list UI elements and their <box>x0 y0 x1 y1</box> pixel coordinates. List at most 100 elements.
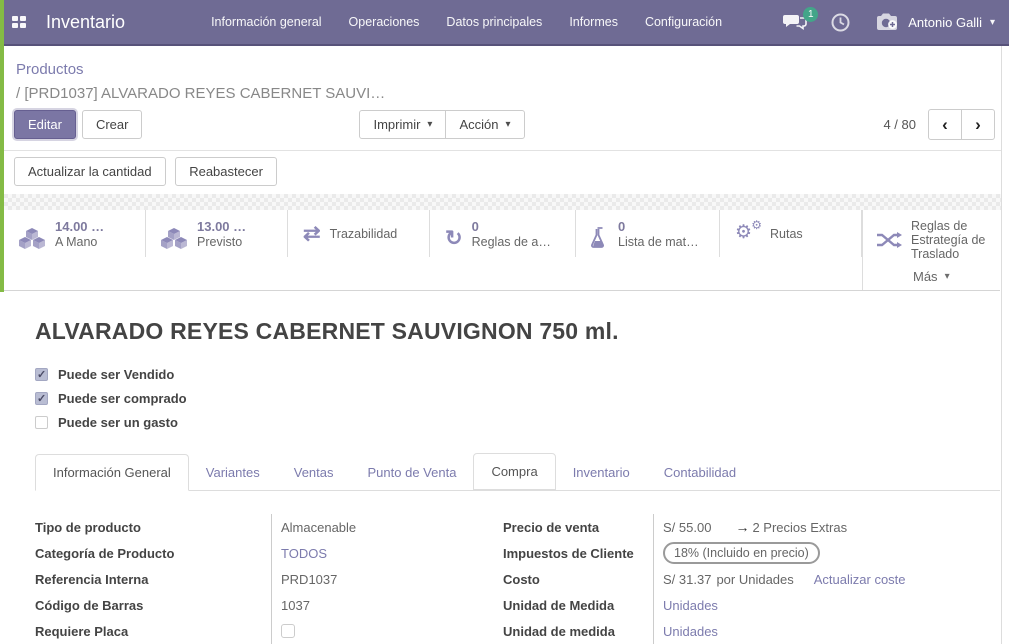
general-info-form: Tipo de producto Categoría de Producto R… <box>35 514 1000 644</box>
tab-punto-de-venta[interactable]: Punto de Venta <box>351 455 474 490</box>
cubes-icon <box>19 219 46 257</box>
sale-price-value: S/ 55.00 <box>663 520 711 535</box>
next-record-button[interactable]: › <box>961 109 995 140</box>
user-menu[interactable]: Antonio Galli ▾ <box>874 12 995 32</box>
caret-down-icon: ▾ <box>990 17 995 28</box>
print-dropdown-button[interactable]: Imprimir ▾ <box>359 110 446 139</box>
menu-item-informacion-general[interactable]: Información general <box>211 15 321 29</box>
form-right-column: Precio de venta Impuestos de Cliente Cos… <box>503 514 1000 644</box>
cost-value: S/ 31.37 <box>663 572 711 587</box>
more-dropdown[interactable]: Más ▾ <box>913 269 996 284</box>
menu-item-datos-principales[interactable]: Datos principales <box>446 15 542 29</box>
stat-bill-of-materials[interactable]: 0 Lista de mat… <box>576 210 720 257</box>
cost-uom-suffix: por Unidades <box>716 572 793 587</box>
create-button[interactable]: Crear <box>82 110 143 139</box>
caret-down-icon: ▾ <box>505 119 510 130</box>
edit-button[interactable]: Editar <box>14 110 76 139</box>
can-be-sold-label: Puede ser Vendido <box>58 367 174 382</box>
requires-plate-label: Requiere Placa <box>35 624 128 639</box>
apps-menu-icon[interactable] <box>12 16 26 28</box>
customer-tax-badge[interactable]: 18% (Incluido en precio) <box>663 542 820 564</box>
stat-reordering-rules[interactable]: ↻ 0 Reglas de a… <box>430 210 576 257</box>
scrollbar-track[interactable] <box>1001 46 1009 644</box>
on-hand-value: 14.00 … <box>55 219 104 235</box>
tab-contabilidad[interactable]: Contabilidad <box>647 455 753 490</box>
caret-down-icon: ▾ <box>945 271 950 282</box>
clock-icon <box>831 13 850 32</box>
can-be-expensed-checkbox[interactable] <box>35 416 48 429</box>
extra-prices-link[interactable]: → 2 Precios Extras <box>735 519 847 535</box>
can-be-sold-checkbox[interactable] <box>35 368 48 381</box>
cost-label: Costo <box>503 572 540 587</box>
refresh-icon: ↻ <box>445 219 463 257</box>
stat-forecasted[interactable]: 13.00 … Previsto <box>146 210 288 257</box>
messages-button[interactable]: 1 <box>783 14 807 31</box>
caret-down-icon: ▾ <box>427 119 432 130</box>
tab-ventas[interactable]: Ventas <box>277 455 351 490</box>
breadcrumb-current-record: / [PRD1037] ALVARADO REYES CABERNET SAUV… <box>16 85 993 102</box>
gears-icon: ⚙ ⚙ <box>735 223 761 245</box>
uom-value-link[interactable]: Unidades <box>663 598 718 613</box>
sale-price-label: Precio de venta <box>503 520 599 535</box>
previous-record-button[interactable]: ‹ <box>928 109 962 140</box>
requires-plate-checkbox[interactable] <box>281 624 295 638</box>
stat-on-hand[interactable]: 14.00 … A Mano <box>4 210 146 257</box>
product-category-value-link[interactable]: TODOS <box>281 546 327 561</box>
avatar-camera-icon <box>874 12 900 32</box>
traceability-label: Trazabilidad <box>330 227 398 241</box>
menu-item-informes[interactable]: Informes <box>569 15 618 29</box>
menu-item-configuracion[interactable]: Configuración <box>645 15 722 29</box>
internal-reference-label: Referencia Interna <box>35 572 148 587</box>
left-accent-strip <box>0 0 4 292</box>
product-category-label: Categoría de Producto <box>35 546 174 561</box>
activities-button[interactable] <box>831 13 850 32</box>
user-name: Antonio Galli <box>908 15 982 30</box>
reordering-rules-label: Reglas de a… <box>472 235 551 251</box>
replenish-button[interactable]: Reabastecer <box>175 157 277 186</box>
stat-routes[interactable]: ⚙ ⚙ Rutas <box>720 210 862 257</box>
menu-item-operaciones[interactable]: Operaciones <box>349 15 420 29</box>
can-be-purchased-label: Puede ser comprado <box>58 391 187 406</box>
update-cost-link[interactable]: Actualizar coste <box>814 572 906 587</box>
routes-label: Rutas <box>770 227 803 241</box>
arrow-right-icon: → <box>735 519 749 535</box>
form-left-column: Tipo de producto Categoría de Producto R… <box>35 514 493 644</box>
purchase-uom-value-link[interactable]: Unidades <box>663 624 718 639</box>
can-be-purchased-row: Puede ser comprado <box>35 386 1000 410</box>
can-be-purchased-checkbox[interactable] <box>35 392 48 405</box>
record-pager: 4 / 80 <box>883 117 916 132</box>
update-quantity-button[interactable]: Actualizar la cantidad <box>14 157 166 186</box>
purchase-uom-label: Unidad de medida <box>503 624 615 639</box>
internal-reference-value: PRD1037 <box>281 572 337 587</box>
quick-actions-row: Actualizar la cantidad Reabastecer <box>0 151 1009 194</box>
chevron-right-icon: › <box>975 115 981 135</box>
tab-compra[interactable]: Compra <box>473 453 555 490</box>
can-be-expensed-row: Puede ser un gasto <box>35 410 1000 434</box>
form-sheet: ALVARADO REYES CABERNET SAUVIGNON 750 ml… <box>0 291 1009 644</box>
control-panel: Editar Crear Imprimir ▾ Acción ▾ 4 / 80 … <box>0 102 1009 150</box>
tab-inventario[interactable]: Inventario <box>556 455 647 490</box>
can-be-sold-row: Puede ser Vendido <box>35 362 1000 386</box>
customer-tax-label: Impuestos de Cliente <box>503 546 634 561</box>
breadcrumb-products-link[interactable]: Productos <box>16 61 993 78</box>
background-pattern-band <box>0 194 1009 210</box>
app-title[interactable]: Inventario <box>46 12 125 33</box>
stat-buttons-row: 14.00 … A Mano 13.00 … Previsto ⇄ Trazab… <box>0 210 1000 291</box>
cubes-icon <box>161 219 188 257</box>
barcode-value: 1037 <box>281 598 310 613</box>
on-hand-label: A Mano <box>55 235 104 251</box>
forecasted-label: Previsto <box>197 235 246 251</box>
stat-putaway-rules[interactable]: Reglas de Estrategía de Traslado Más ▾ <box>862 210 1000 290</box>
breadcrumb: Productos / [PRD1037] ALVARADO REYES CAB… <box>0 46 1009 102</box>
stat-traceability[interactable]: ⇄ Trazabilidad <box>288 210 430 257</box>
can-be-expensed-label: Puede ser un gasto <box>58 415 178 430</box>
product-title: ALVARADO REYES CABERNET SAUVIGNON 750 ml… <box>35 318 1000 345</box>
forecasted-value: 13.00 … <box>197 219 246 235</box>
reordering-rules-value: 0 <box>472 219 551 235</box>
inventory-app-window: Inventario Información general Operacion… <box>0 0 1009 644</box>
product-type-label: Tipo de producto <box>35 520 141 535</box>
tab-informacion-general[interactable]: Información General <box>35 454 189 491</box>
chevron-left-icon: ‹ <box>942 115 948 135</box>
action-dropdown-button[interactable]: Acción ▾ <box>445 110 524 139</box>
tab-variantes[interactable]: Variantes <box>189 455 277 490</box>
